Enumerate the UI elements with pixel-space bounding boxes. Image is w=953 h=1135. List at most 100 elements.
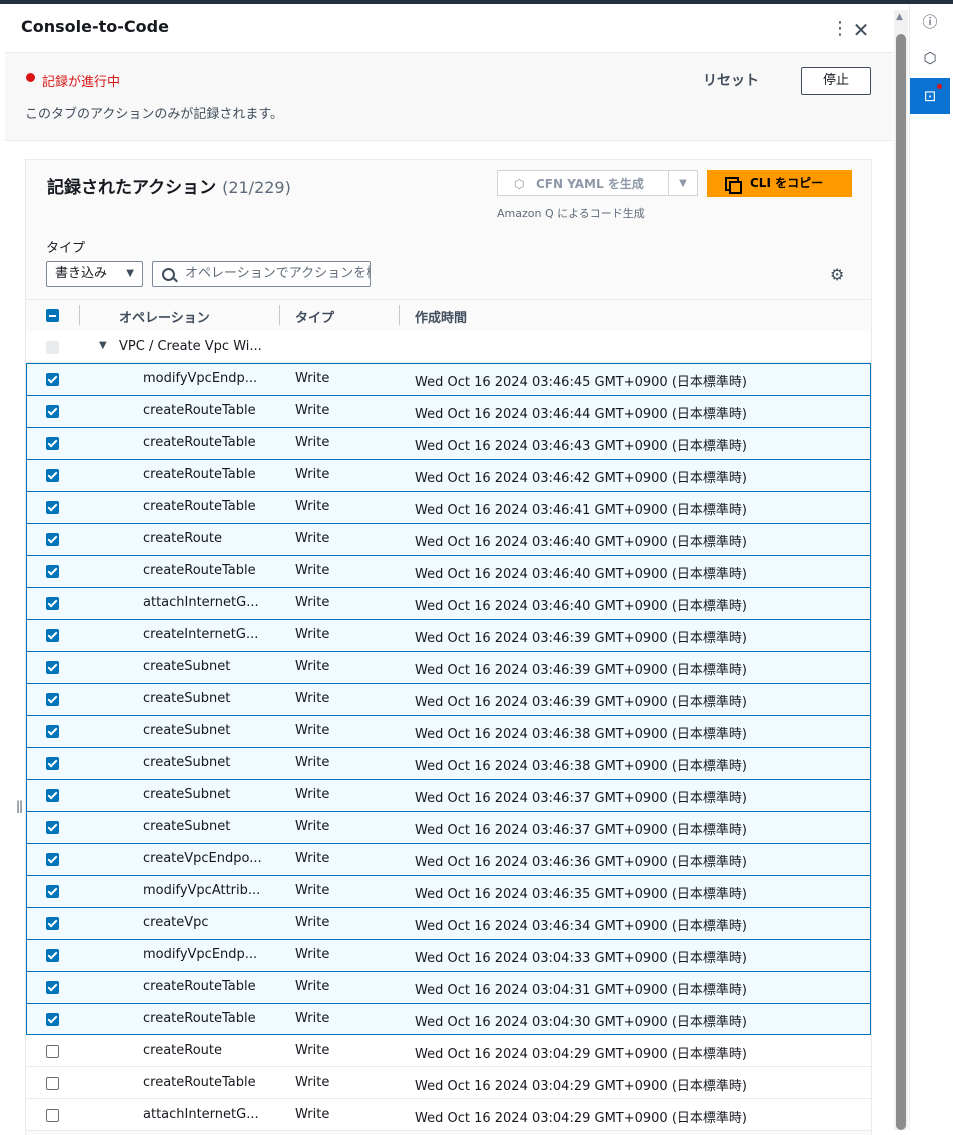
- scrollbar-thumb[interactable]: [896, 34, 906, 1130]
- operation-cell: createRouteTable: [143, 403, 256, 418]
- close-icon[interactable]: ✕: [851, 20, 871, 40]
- row-checkbox[interactable]: [46, 853, 59, 866]
- generate-cfn-yaml-button[interactable]: ⬡ CFN YAML を生成: [497, 170, 669, 196]
- expand-triangle-icon[interactable]: ▼: [99, 340, 107, 351]
- resize-handle-icon[interactable]: ||: [16, 799, 23, 813]
- recorded-actions-title: 記録されたアクション (21/229): [47, 173, 291, 198]
- created-time-cell: Wed Oct 16 2024 03:04:29 GMT+0900 (日本標準時…: [415, 1047, 747, 1062]
- row-checkbox[interactable]: [46, 469, 59, 482]
- row-checkbox[interactable]: [46, 981, 59, 994]
- row-checkbox[interactable]: [46, 757, 59, 770]
- table-row[interactable]: createSubnet Write Wed Oct 16 2024 03:46:3…: [26, 811, 871, 843]
- row-checkbox[interactable]: [46, 1077, 59, 1090]
- row-checkbox[interactable]: [46, 533, 59, 546]
- hexagon-icon[interactable]: ⬡: [910, 40, 950, 76]
- table-row[interactable]: createSubnet Write Wed Oct 16 2024 03:46:3…: [26, 715, 871, 747]
- operation-cell: createRouteTable: [143, 979, 256, 994]
- row-checkbox[interactable]: [46, 501, 59, 514]
- table-row[interactable]: createRouteTable Write Wed Oct 16 2024 03:…: [26, 1067, 871, 1099]
- row-checkbox[interactable]: [46, 597, 59, 610]
- group-row[interactable]: ▼ VPC / Create Vpc Wi...: [26, 331, 871, 363]
- type-cell: Write: [295, 787, 330, 802]
- table-row[interactable]: createRouteTable Write Wed Oct 16 2024 03:…: [26, 555, 871, 587]
- operation-cell: modifyVpcAttrib...: [143, 883, 261, 898]
- table-row[interactable]: createRouteTable Write Wed Oct 16 2024 03:…: [26, 1003, 871, 1035]
- type-cell: Write: [295, 371, 330, 386]
- created-time-cell: Wed Oct 16 2024 03:46:34 GMT+0900 (日本標準時…: [415, 919, 747, 934]
- scrollbar[interactable]: ▲: [894, 10, 908, 1130]
- stop-button[interactable]: 停止: [801, 67, 871, 95]
- caret-down-icon: ▼: [679, 178, 687, 189]
- operation-cell: createRouteTable: [143, 563, 256, 578]
- column-header-operation[interactable]: オペレーション: [119, 307, 210, 326]
- table-row[interactable]: createVpc Write Wed Oct 16 2024 03:46:34 G…: [26, 907, 871, 939]
- type-cell: Write: [295, 563, 330, 578]
- table-row[interactable]: createRouteTable Write Wed Oct 16 2024 03:…: [26, 459, 871, 491]
- row-checkbox[interactable]: [46, 693, 59, 706]
- row-checkbox[interactable]: [46, 725, 59, 738]
- type-filter-select[interactable]: 書き込み ▼: [46, 261, 143, 287]
- table-row[interactable]: createSubnet Write Wed Oct 16 2024 03:46:3…: [26, 747, 871, 779]
- table-row[interactable]: createSubnet Write Wed Oct 16 2024 03:46:3…: [26, 683, 871, 715]
- column-header-type[interactable]: タイプ: [295, 307, 334, 326]
- select-all-checkbox[interactable]: [46, 309, 59, 322]
- table-row[interactable]: createRoute Write Wed Oct 16 2024 03:04:29…: [26, 1035, 871, 1067]
- created-time-cell: Wed Oct 16 2024 03:04:29 GMT+0900 (日本標準時…: [415, 1079, 747, 1094]
- copy-cli-button[interactable]: CLI をコピー: [707, 170, 852, 197]
- scroll-up-icon[interactable]: ▲: [896, 12, 903, 22]
- info-icon[interactable]: ⓘ: [910, 4, 950, 40]
- created-time-cell: Wed Oct 16 2024 03:04:31 GMT+0900 (日本標準時…: [415, 983, 747, 998]
- operation-cell: attachInternetG...: [143, 595, 259, 610]
- table-row[interactable]: createVpcEndpo... Write Wed Oct 16 2024 03…: [26, 843, 871, 875]
- cfn-dropdown-button[interactable]: ▼: [669, 170, 698, 196]
- table-row[interactable]: createSubnet Write Wed Oct 16 2024 03:46:3…: [26, 651, 871, 683]
- row-checkbox[interactable]: [46, 405, 59, 418]
- reset-button[interactable]: リセット: [703, 70, 759, 90]
- operation-cell: modifyVpcEndp...: [143, 947, 258, 962]
- row-checkbox[interactable]: [46, 1109, 59, 1122]
- operation-search-input[interactable]: オペレーションでアクションを検索: [152, 261, 371, 287]
- table-row[interactable]: createSubnet Write Wed Oct 16 2024 03:46:3…: [26, 779, 871, 811]
- table-row[interactable]: attachInternetG... Write Wed Oct 16 2024 0…: [26, 1099, 871, 1131]
- row-checkbox[interactable]: [46, 565, 59, 578]
- row-checkbox[interactable]: [46, 949, 59, 962]
- operation-cell: createRouteTable: [143, 499, 256, 514]
- table-row[interactable]: createRouteTable Write Wed Oct 16 2024 03:…: [26, 427, 871, 459]
- table-row[interactable]: createRouteTable Write Wed Oct 16 2024 03:…: [26, 971, 871, 1003]
- table-row[interactable]: createRouteTable Write Wed Oct 16 2024 03:…: [26, 491, 871, 523]
- row-checkbox[interactable]: [46, 661, 59, 674]
- row-checkbox[interactable]: [46, 629, 59, 642]
- operation-cell: createRouteTable: [143, 1075, 256, 1090]
- row-checkbox[interactable]: [46, 373, 59, 386]
- created-time-cell: Wed Oct 16 2024 03:46:37 GMT+0900 (日本標準時…: [415, 823, 747, 838]
- row-checkbox[interactable]: [46, 1013, 59, 1026]
- amazon-q-icon: ⬡: [514, 177, 525, 191]
- type-cell: Write: [295, 883, 330, 898]
- created-time-cell: Wed Oct 16 2024 03:46:39 GMT+0900 (日本標準時…: [415, 663, 747, 678]
- row-checkbox[interactable]: [46, 437, 59, 450]
- notification-badge: [937, 84, 942, 89]
- type-cell: Write: [295, 723, 330, 738]
- table-row[interactable]: modifyVpcEndp... Write Wed Oct 16 2024 03:…: [26, 939, 871, 971]
- table-row[interactable]: modifyVpcEndp... Write Wed Oct 16 2024 03:…: [26, 363, 871, 395]
- type-cell: Write: [295, 851, 330, 866]
- row-checkbox[interactable]: [46, 885, 59, 898]
- created-time-cell: Wed Oct 16 2024 03:46:39 GMT+0900 (日本標準時…: [415, 631, 747, 646]
- operation-cell: createRouteTable: [143, 435, 256, 450]
- table-row[interactable]: modifyVpcAttrib... Write Wed Oct 16 2024 0…: [26, 875, 871, 907]
- table-body: ▼ VPC / Create Vpc Wi... modifyVpcEndp..…: [26, 331, 871, 1131]
- gear-icon[interactable]: ⚙: [830, 265, 844, 284]
- column-header-created-time[interactable]: 作成時間: [415, 307, 467, 326]
- recording-dot-icon: [26, 73, 35, 82]
- table-row[interactable]: createRouteTable Write Wed Oct 16 2024 03:…: [26, 395, 871, 427]
- row-checkbox[interactable]: [46, 789, 59, 802]
- operation-cell: attachInternetG...: [143, 1107, 259, 1122]
- row-checkbox[interactable]: [46, 917, 59, 930]
- row-checkbox[interactable]: [46, 1045, 59, 1058]
- table-row[interactable]: createRoute Write Wed Oct 16 2024 03:46:40…: [26, 523, 871, 555]
- console-to-code-icon[interactable]: ⊡: [910, 78, 950, 114]
- table-row[interactable]: attachInternetG... Write Wed Oct 16 2024 0…: [26, 587, 871, 619]
- more-options-icon[interactable]: ⋮: [831, 18, 849, 40]
- row-checkbox[interactable]: [46, 821, 59, 834]
- table-row[interactable]: createInternetG... Write Wed Oct 16 2024 0…: [26, 619, 871, 651]
